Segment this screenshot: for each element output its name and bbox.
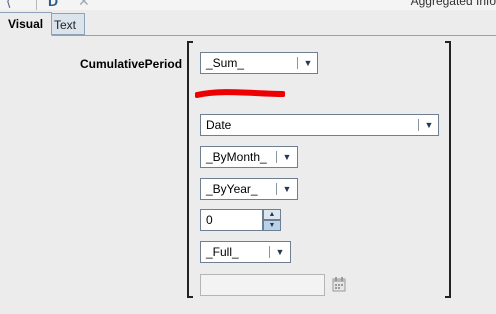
panel-title: Aggregated Info xyxy=(410,0,496,8)
period-combo[interactable]: _ByMonth_ ▼ xyxy=(200,146,298,168)
close-icon[interactable]: ✕ xyxy=(78,0,90,10)
redaction-mark xyxy=(195,89,285,98)
top-toolbar: ⟨ D ✕ Aggregated Info xyxy=(0,0,496,10)
chevron-down-icon[interactable]: ▼ xyxy=(278,179,296,199)
chevron-down-icon[interactable]: ▼ xyxy=(299,53,317,73)
chevron-down-icon[interactable]: ▼ xyxy=(420,115,438,135)
range-combo-value: _Full_ xyxy=(206,245,239,259)
date-column-combo[interactable]: Date ▼ xyxy=(200,114,439,136)
offset-spinner-input[interactable]: 0 xyxy=(200,209,263,231)
period-combo-value: _ByMonth_ xyxy=(206,150,267,164)
tab-visual[interactable]: Visual xyxy=(0,12,53,36)
tab-bar: Text Visual xyxy=(0,10,496,36)
bracket-left xyxy=(187,41,193,298)
offset-spinner-value: 0 xyxy=(206,213,213,227)
document-icon[interactable]: D xyxy=(48,0,58,9)
aggregate-combo-value: _Sum_ xyxy=(206,56,245,70)
reset-combo[interactable]: _ByYear_ ▼ xyxy=(200,178,298,200)
aggregate-combo[interactable]: _Sum_ ▼ xyxy=(200,52,318,74)
spinner-up-icon[interactable]: ▲ xyxy=(263,209,281,220)
calendar-icon[interactable] xyxy=(332,276,346,292)
date-field[interactable] xyxy=(200,274,325,296)
cumulative-period-label: CumulativePeriod xyxy=(80,57,183,71)
range-combo[interactable]: _Full_ ▼ xyxy=(200,241,291,263)
back-arrow-icon[interactable]: ⟨ xyxy=(6,0,11,10)
toolbar-separator xyxy=(36,0,37,10)
spinner-down-icon[interactable]: ▼ xyxy=(263,220,281,231)
reset-combo-value: _ByYear_ xyxy=(206,182,258,196)
date-column-combo-value: Date xyxy=(206,118,232,132)
chevron-down-icon[interactable]: ▼ xyxy=(278,147,296,167)
chevron-down-icon[interactable]: ▼ xyxy=(271,242,289,262)
bracket-right xyxy=(445,41,451,298)
